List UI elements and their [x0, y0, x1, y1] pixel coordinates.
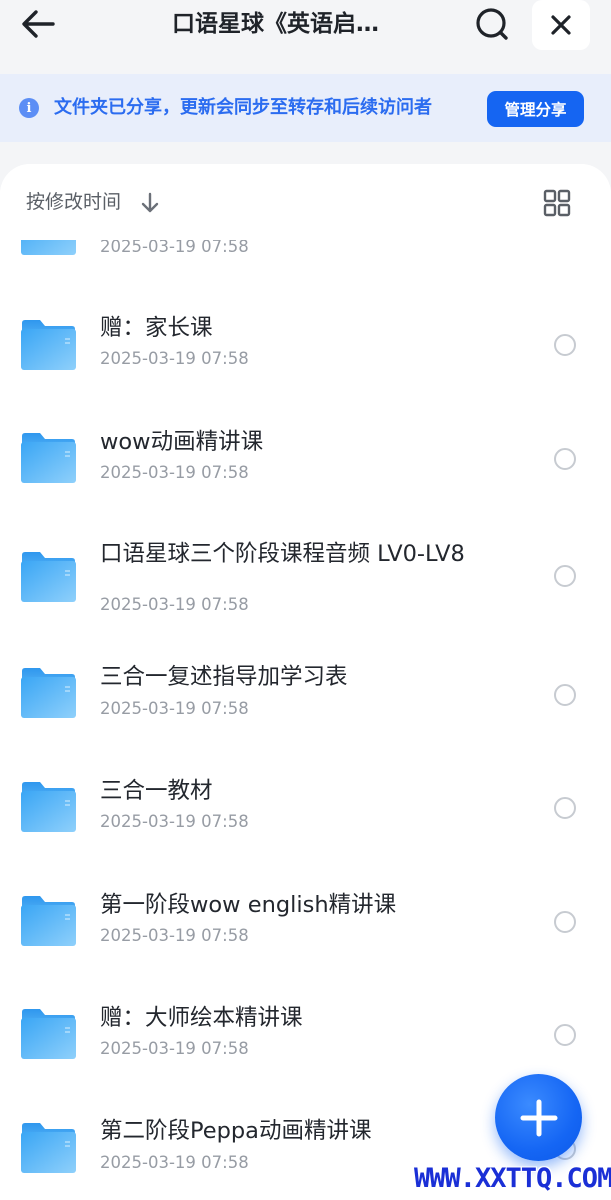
- folder-modified-date: 2025-03-19 07:58: [100, 699, 249, 718]
- sort-by-modified-time[interactable]: 按修改时间: [26, 188, 121, 216]
- folder-icon[interactable]: [20, 551, 77, 603]
- folder-icon[interactable]: [20, 432, 77, 484]
- close-button[interactable]: [532, 0, 590, 50]
- folder-name[interactable]: 三合一教材: [100, 775, 490, 807]
- back-button[interactable]: [18, 4, 58, 44]
- plus-icon: [520, 1099, 557, 1136]
- folder-name[interactable]: 口语星球三个阶段课程音频 LV0-LV8: [100, 538, 490, 570]
- folder-name[interactable]: 赠：大师绘本精讲课: [100, 1002, 490, 1034]
- folder-modified-date: 2025-03-19 07:58: [100, 812, 249, 831]
- share-banner-text: 文件夹已分享，更新会同步至转存和后续访问者: [54, 97, 432, 118]
- folder-modified-date: 2025-03-19 07:58: [100, 1039, 249, 1058]
- folder-name[interactable]: 第一阶段wow english精讲课: [100, 889, 490, 921]
- page-title: 口语星球《英语启…: [172, 11, 379, 37]
- folder-icon[interactable]: [20, 1122, 77, 1174]
- close-icon: [551, 15, 571, 35]
- folder-name[interactable]: wow动画精讲课: [100, 426, 490, 458]
- file-list-card: 2025-03-19 07:58 赠：家长课 2025-03-19 07:58 wow…: [0, 164, 611, 1200]
- folder-icon[interactable]: [20, 667, 77, 719]
- manage-share-button[interactable]: 管理分享: [487, 91, 584, 127]
- add-button[interactable]: [495, 1074, 582, 1161]
- folder-icon[interactable]: [20, 895, 77, 947]
- info-icon: i: [19, 98, 39, 118]
- select-radio[interactable]: [554, 1024, 576, 1046]
- select-radio[interactable]: [554, 334, 576, 356]
- select-radio[interactable]: [554, 911, 576, 933]
- folder-icon[interactable]: [20, 1008, 77, 1060]
- folder-name[interactable]: 第二阶段Peppa动画精讲课: [100, 1115, 490, 1147]
- arrow-left-icon: [22, 10, 55, 38]
- folder-name[interactable]: 赠：家长课: [100, 312, 490, 344]
- watermark: WWW.XXTTQ.COM: [414, 1163, 611, 1194]
- folder-modified-date: 2025-03-19 07:58: [100, 595, 249, 614]
- folder-modified-date: 2025-03-19 07:58: [100, 463, 249, 482]
- folder-modified-date: 2025-03-19 07:58: [100, 349, 249, 368]
- folder-icon[interactable]: [20, 319, 77, 371]
- select-radio[interactable]: [554, 684, 576, 706]
- search-button[interactable]: [472, 4, 512, 44]
- file-list[interactable]: 2025-03-19 07:58 赠：家长课 2025-03-19 07:58 wow…: [0, 164, 611, 1200]
- file-browser-screen: 口语星球《英语启… i 文件夹已分享，更新会同步至转存和后续访问者 管理分享 2…: [0, 0, 611, 1200]
- folder-modified-date: 2025-03-19 07:58: [100, 926, 249, 945]
- top-bar: 口语星球《英语启…: [0, 0, 611, 70]
- grid-view-icon[interactable]: [542, 188, 572, 218]
- select-radio[interactable]: [554, 448, 576, 470]
- folder-modified-date: 2025-03-19 07:58: [100, 1153, 249, 1172]
- sort-bar: 按修改时间: [0, 164, 611, 240]
- arrow-down-icon[interactable]: [140, 192, 160, 214]
- select-radio[interactable]: [554, 565, 576, 587]
- search-icon: [476, 8, 508, 40]
- select-radio[interactable]: [554, 797, 576, 819]
- folder-icon[interactable]: [20, 781, 77, 833]
- folder-name[interactable]: 三合一复述指导加学习表: [100, 661, 490, 693]
- share-banner: i 文件夹已分享，更新会同步至转存和后续访问者 管理分享: [0, 74, 611, 142]
